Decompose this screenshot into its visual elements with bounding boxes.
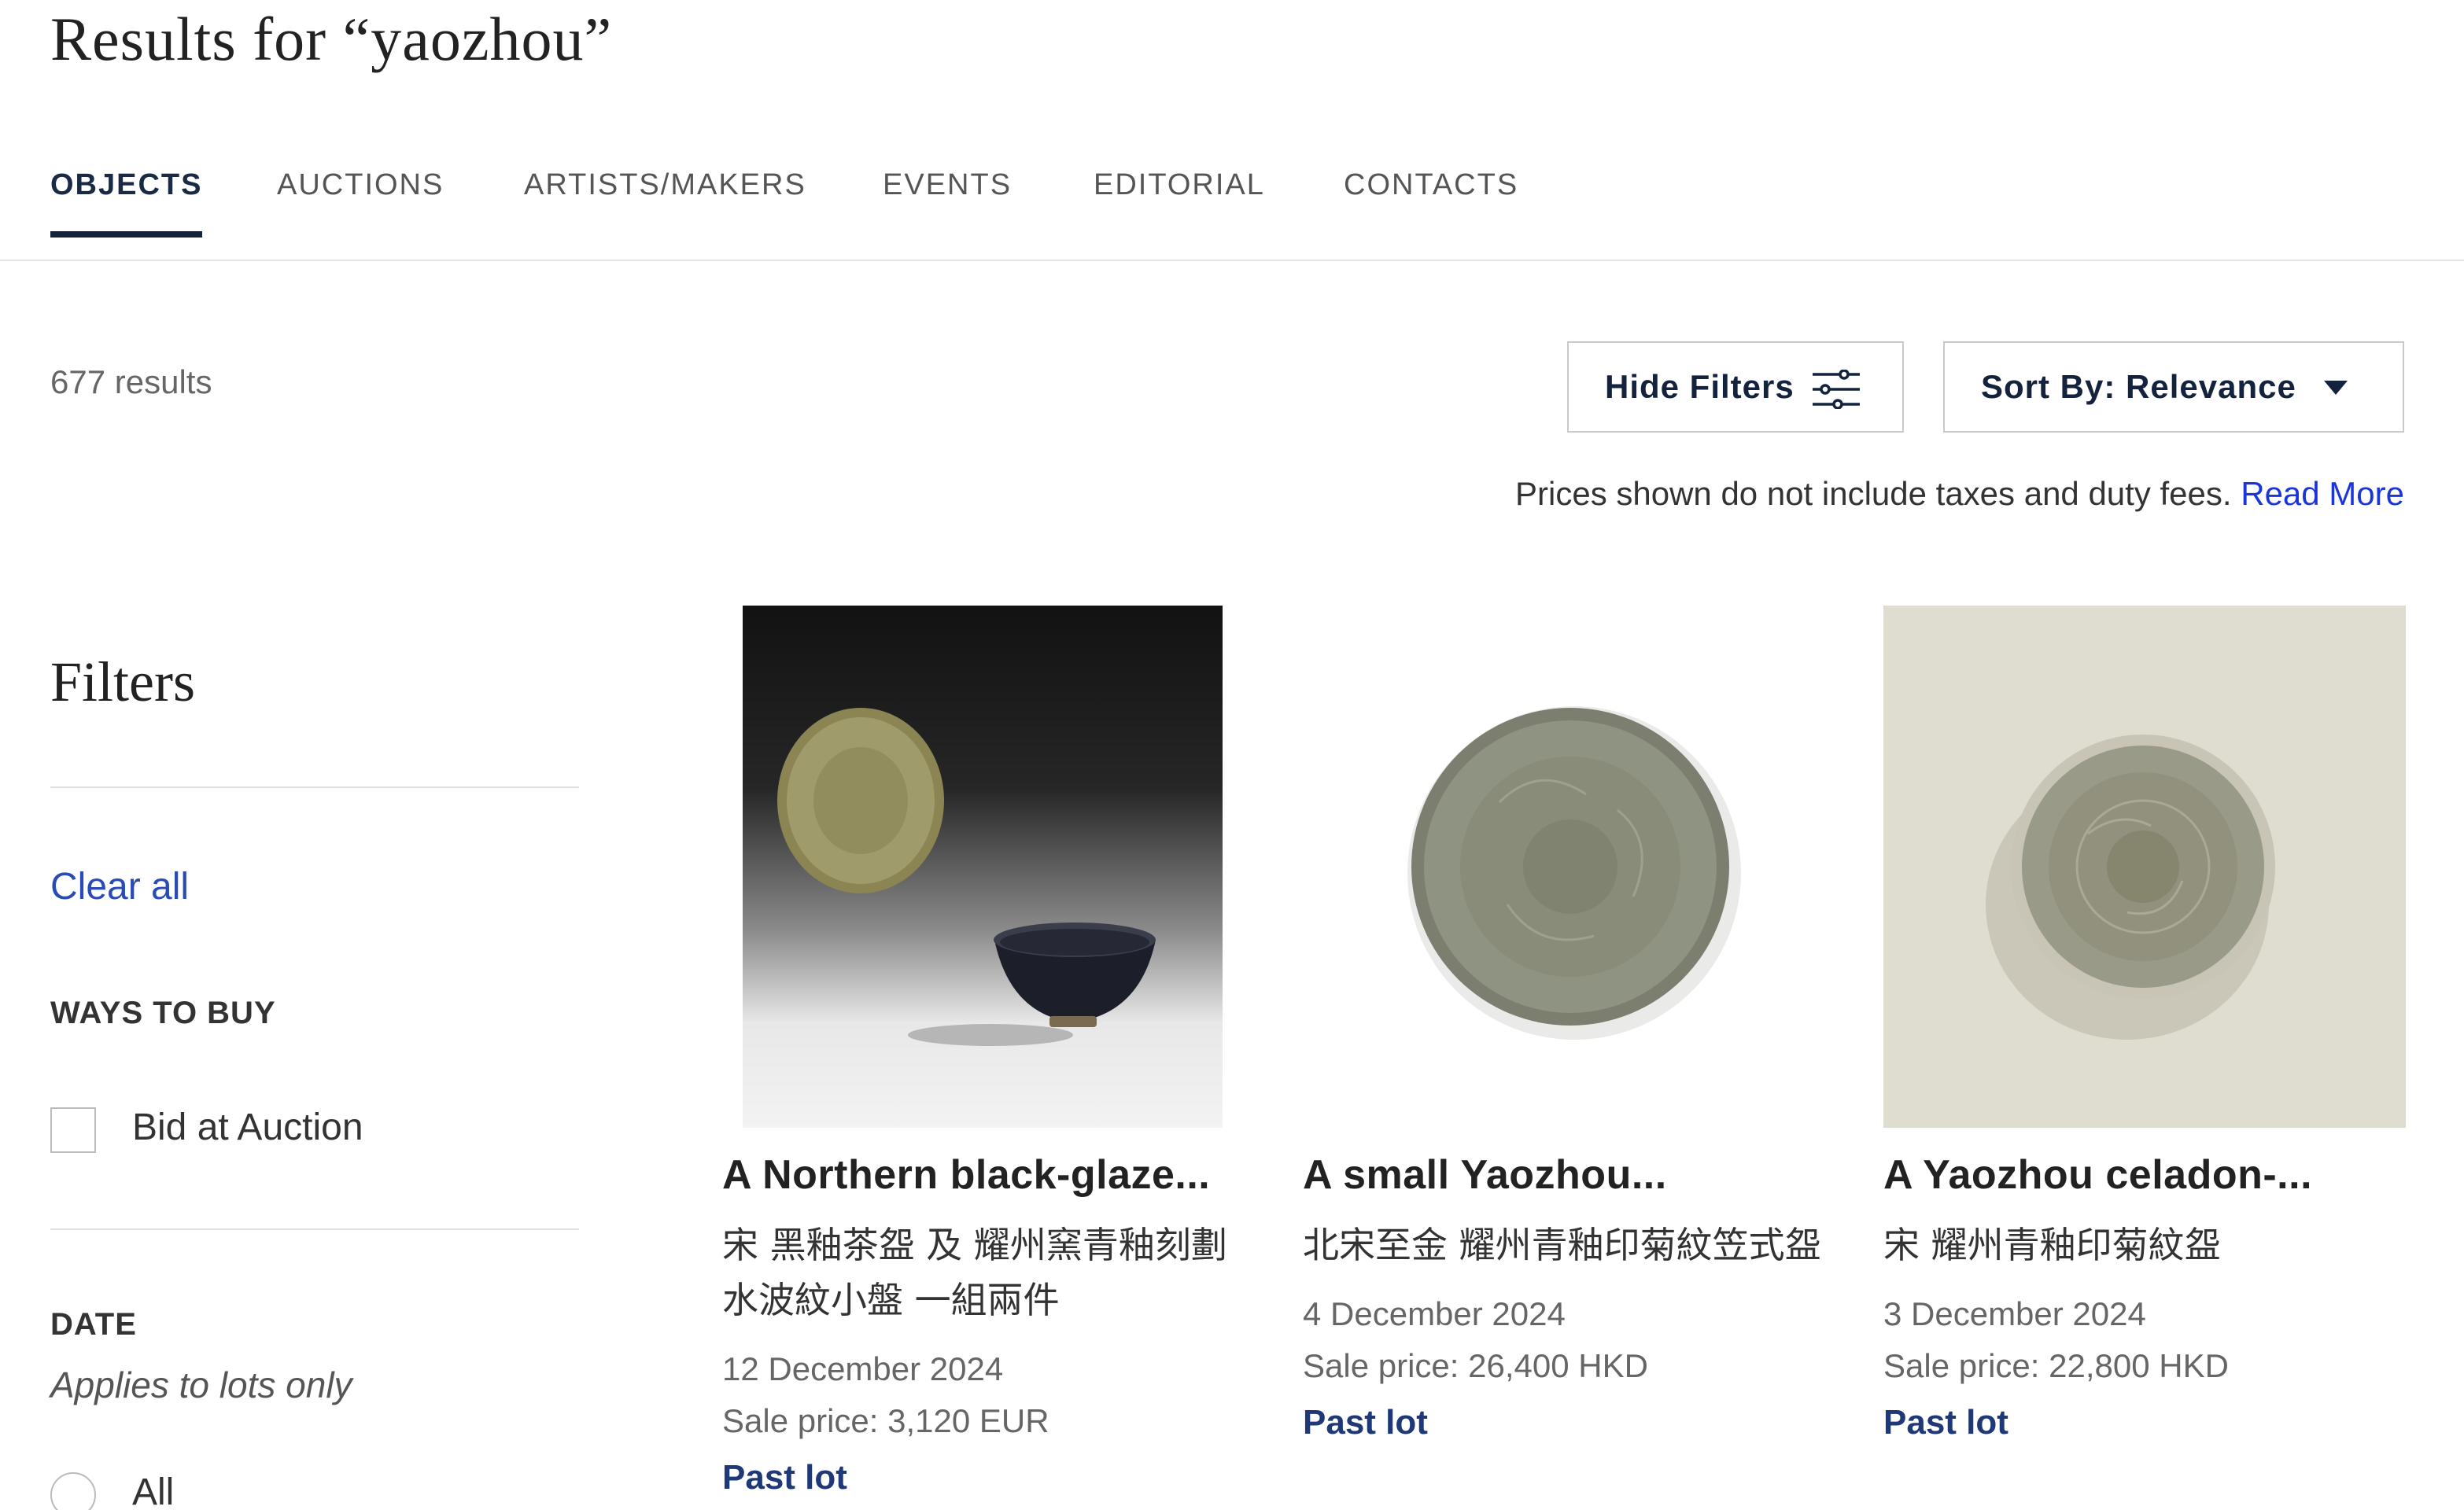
lot-title[interactable]: A Yaozhou celadon-...	[1883, 1151, 2406, 1199]
tab-events[interactable]: EVENTS	[883, 165, 1012, 236]
date-filter-note: Applies to lots only	[50, 1365, 352, 1405]
sliders-icon	[1813, 370, 1860, 409]
lot-image[interactable]	[1303, 606, 1830, 1128]
date-filter-label: DATE	[50, 1307, 137, 1342]
ways-to-buy-label: WAYS TO BUY	[50, 996, 276, 1030]
sort-label: Sort By: Relevance	[1981, 368, 2296, 405]
bowl-illustration	[1986, 735, 2275, 1040]
lot-image[interactable]	[1883, 606, 2406, 1128]
lot-card[interactable]: A Yaozhou celadon-... 宋 耀州青釉印菊紋盌 3 Decem…	[1883, 606, 2406, 1442]
lot-price: Sale price: 26,400 HKD	[1303, 1347, 1648, 1384]
tab-objects[interactable]: OBJECTS	[50, 165, 203, 238]
hide-filters-button[interactable]: Hide Filters	[1567, 341, 1904, 433]
caret-down-icon	[2324, 381, 2348, 395]
filters-divider	[50, 1228, 579, 1230]
lot-title[interactable]: A Northern black-glaze...	[722, 1151, 1249, 1199]
lot-subtitle: 宋 耀州青釉印菊紋盌	[1883, 1224, 2221, 1266]
read-more-link[interactable]: Read More	[2241, 475, 2404, 512]
lot-image[interactable]	[743, 606, 1223, 1128]
lot-price: Sale price: 22,800 HKD	[1883, 1347, 2229, 1384]
date-all-label[interactable]: All	[132, 1471, 174, 1510]
clear-all-link[interactable]: Clear all	[50, 865, 189, 908]
date-all-radio[interactable]	[50, 1472, 96, 1510]
lot-price: Sale price: 3,120 EUR	[722, 1402, 1049, 1439]
tab-editorial[interactable]: EDITORIAL	[1094, 165, 1265, 236]
lot-card[interactable]: A Northern black-glaze... 宋 黑釉茶盌 及 耀州窯青釉…	[722, 606, 1249, 1497]
filters-heading: Filters	[50, 650, 196, 713]
tab-artists-makers[interactable]: ARTISTS/MAKERS	[524, 165, 806, 236]
result-count: 677 results	[50, 363, 212, 400]
price-notice-text: Prices shown do not include taxes and du…	[1515, 475, 2232, 512]
hide-filters-label: Hide Filters	[1605, 368, 1795, 405]
sort-dropdown[interactable]: Sort By: Relevance	[1943, 341, 2404, 433]
lot-status-link[interactable]: Past lot	[1883, 1403, 2406, 1442]
lot-subtitle: 宋 黑釉茶盌 及 耀州窯青釉刻劃水波紋小盤 一組兩件	[722, 1224, 1227, 1321]
lot-status-link[interactable]: Past lot	[1303, 1403, 1830, 1442]
tab-auctions[interactable]: AUCTIONS	[277, 165, 444, 236]
search-results-page: Results for “yaozhou” OBJECTS AUCTIONS A…	[0, 0, 2464, 1510]
lot-date: 12 December 2024	[722, 1350, 1004, 1387]
lot-status-link[interactable]: Past lot	[722, 1458, 1249, 1497]
lot-title[interactable]: A small Yaozhou...	[1303, 1151, 1830, 1199]
bid-at-auction-checkbox[interactable]	[50, 1107, 96, 1153]
lot-card[interactable]: A small Yaozhou... 北宋至金 耀州青釉印菊紋笠式盌 4 Dec…	[1303, 606, 1830, 1442]
lot-subtitle: 北宋至金 耀州青釉印菊紋笠式盌	[1303, 1224, 1821, 1266]
bowls-illustration	[777, 708, 1156, 1046]
tab-bar: OBJECTS AUCTIONS ARTISTS/MAKERS EVENTS E…	[0, 142, 2464, 261]
lot-date: 4 December 2024	[1303, 1295, 1566, 1332]
tab-contacts[interactable]: CONTACTS	[1344, 165, 1518, 236]
bowl-illustration	[1407, 706, 1741, 1040]
page-title: Results for “yaozhou”	[50, 5, 613, 73]
filters-divider	[50, 786, 579, 788]
lot-date: 3 December 2024	[1883, 1295, 2146, 1332]
price-notice: Prices shown do not include taxes and du…	[1515, 475, 2404, 513]
bid-at-auction-label[interactable]: Bid at Auction	[132, 1106, 363, 1149]
